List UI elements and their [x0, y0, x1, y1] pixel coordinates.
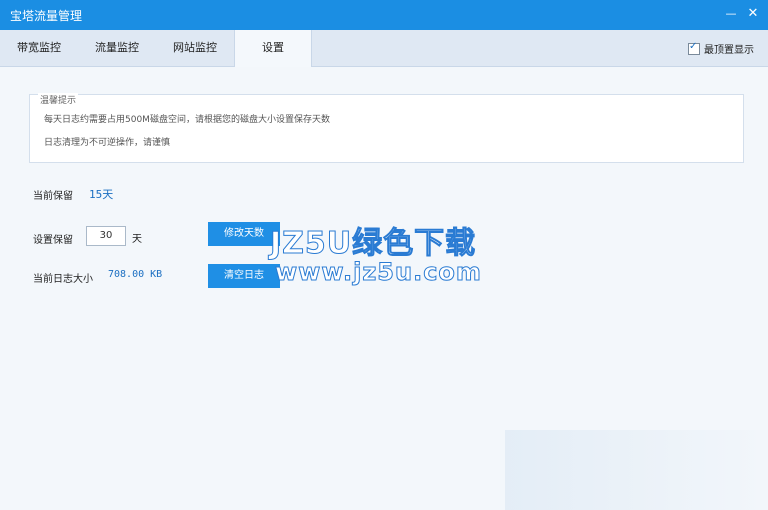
tab-bar: 带宽监控 流量监控 网站监控 设置 最顶置显示	[0, 30, 768, 67]
retention-label: 当前保留	[33, 191, 73, 202]
tab-bandwidth[interactable]: 带宽监控	[0, 30, 78, 66]
days-unit: 天	[132, 234, 142, 245]
checkbox-checked-icon[interactable]	[688, 41, 700, 55]
close-icon[interactable]: ✕	[742, 4, 764, 24]
always-on-top-toggle[interactable]: 最顶置显示	[688, 41, 754, 56]
tab-settings[interactable]: 设置	[234, 30, 312, 67]
app-window: 宝塔流量管理 — ✕ 带宽监控 流量监控 网站监控 设置 最顶置显示 温馨提示 …	[0, 0, 768, 510]
tips-title: 温馨提示	[38, 93, 79, 106]
tips-box: 温馨提示 每天日志约需要占用500M磁盘空间，请根据您的磁盘大小设置保存天数 日…	[29, 93, 744, 163]
logsize-value: 708.00 KB	[108, 269, 163, 280]
tips-line-2: 日志清理为不可逆操作，请谨慎	[44, 138, 171, 148]
tab-traffic[interactable]: 流量监控	[78, 30, 156, 66]
blurred-region	[505, 430, 768, 510]
tab-website[interactable]: 网站监控	[156, 30, 234, 66]
watermark-line-1: JZ5U绿色下载	[269, 226, 477, 262]
minimize-icon[interactable]: —	[720, 4, 742, 24]
setting-label: 设置保留	[33, 235, 73, 246]
retention-value: 15天	[89, 188, 114, 201]
watermark: JZ5U绿色下载 www.jz5u.com	[269, 218, 510, 298]
title-bar: 宝塔流量管理 — ✕	[0, 0, 768, 30]
tips-line-1: 每天日志约需要占用500M磁盘空间，请根据您的磁盘大小设置保存天数	[44, 115, 330, 125]
logsize-label: 当前日志大小	[33, 274, 93, 285]
watermark-line-2: www.jz5u.com	[275, 258, 482, 287]
always-on-top-label: 最顶置显示	[704, 45, 754, 56]
retention-days-input[interactable]: 30	[86, 226, 126, 246]
window-title: 宝塔流量管理	[10, 9, 83, 23]
